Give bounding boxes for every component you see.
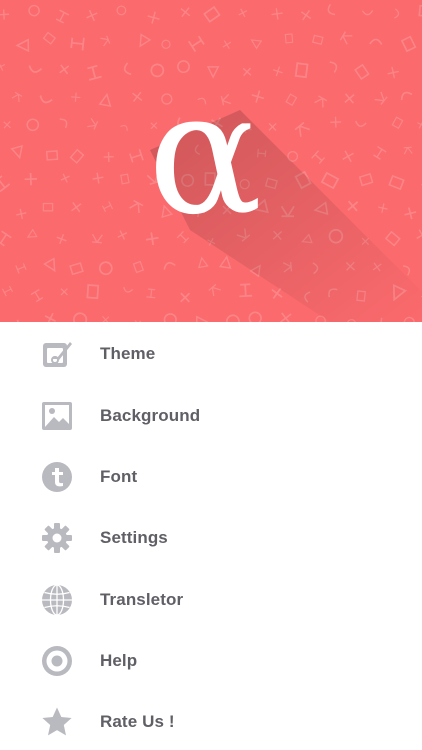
theme-icon	[40, 337, 74, 371]
banner-artwork: α	[0, 3, 422, 322]
menu-item-settings[interactable]: Settings	[0, 510, 422, 566]
help-icon	[40, 644, 74, 678]
gear-icon	[40, 521, 74, 555]
alpha-logo: α	[148, 55, 263, 253]
menu-item-theme[interactable]: Theme	[0, 326, 422, 382]
menu-item-translator[interactable]: Transletor	[0, 572, 422, 628]
menu-item-label: Background	[100, 406, 201, 425]
menu-item-help[interactable]: Help	[0, 633, 422, 689]
menu-item-label: Help	[100, 651, 138, 670]
image-icon	[40, 399, 74, 433]
globe-icon	[40, 583, 74, 617]
menu-item-background[interactable]: Background	[0, 388, 422, 444]
app-screen: α Theme Background Font Settings Transle…	[0, 0, 422, 750]
menu-item-label: Rate Us !	[100, 712, 175, 731]
menu-item-label: Settings	[100, 528, 168, 547]
header-banner: α	[0, 0, 422, 322]
menu-item-label: Theme	[100, 344, 156, 363]
menu-item-label: Font	[100, 467, 138, 486]
star-icon	[40, 705, 74, 739]
font-icon	[40, 460, 74, 494]
menu-item-font[interactable]: Font	[0, 449, 422, 505]
menu-item-rate-us[interactable]: Rate Us !	[0, 694, 422, 750]
menu-item-label: Transletor	[100, 590, 184, 609]
